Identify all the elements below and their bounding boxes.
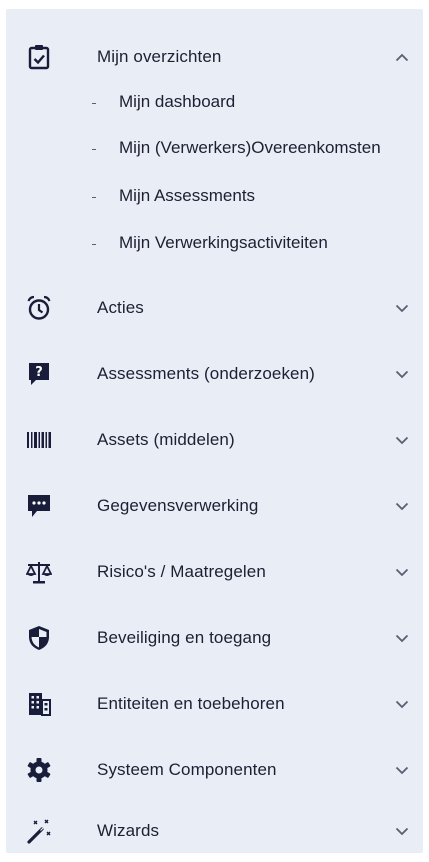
question-mark-icon: ? [25, 360, 53, 388]
chevron-down-icon[interactable] [394, 564, 410, 580]
chevron-up-icon[interactable] [394, 49, 410, 65]
menu-item-acties[interactable]: Acties [6, 286, 423, 330]
menu-item-label: Systeem Componenten [97, 760, 277, 779]
submenu-item-mijn-dashboard[interactable]: Mijn dashboard [6, 85, 423, 119]
menu-item-entiteiten[interactable]: Entiteiten en toebehoren [6, 682, 423, 726]
submenu-item-label: Mijn Verwerkingsactiviteiten [119, 233, 328, 252]
submenu-item-label: Mijn dashboard [119, 92, 236, 111]
building-icon [25, 690, 53, 718]
chevron-down-icon[interactable] [394, 300, 410, 316]
menu-item-assets[interactable]: Assets (middelen) [6, 418, 423, 462]
menu-item-assessments[interactable]: ? Assessments (onderzoeken) [6, 352, 423, 396]
menu-item-mijn-overzichten[interactable]: Mijn overzichten [6, 35, 423, 79]
submenu-item-mijn-verwerkingsactiviteiten[interactable]: Mijn Verwerkingsactiviteiten [6, 226, 423, 260]
magic-wand-icon [25, 817, 53, 845]
shield-icon [25, 624, 53, 652]
chevron-down-icon[interactable] [394, 762, 410, 778]
menu-item-label: Mijn overzichten [97, 47, 222, 66]
menu-item-systeem-componenten[interactable]: Systeem Componenten [6, 748, 423, 792]
chevron-down-icon[interactable] [394, 696, 410, 712]
clipboard-check-icon [25, 43, 53, 71]
submenu-item-mijn-assessments[interactable]: Mijn Assessments [6, 179, 423, 213]
submenu-bullet [92, 149, 96, 150]
menu-item-label: Acties [97, 298, 144, 317]
menu-item-label: Assets (middelen) [97, 430, 235, 449]
menu-item-label: Beveiliging en toegang [97, 628, 272, 647]
chevron-down-icon[interactable] [394, 366, 410, 382]
menu-item-label: Assessments (onderzoeken) [97, 364, 315, 383]
svg-text:?: ? [35, 365, 43, 380]
menu-item-label: Entiteiten en toebehoren [97, 694, 285, 713]
menu-item-label: Gegevensverwerking [97, 496, 259, 515]
menu-item-wizards[interactable]: Wizards [6, 809, 423, 853]
menu-item-gegevensverwerking[interactable]: Gegevensverwerking [6, 484, 423, 528]
comment-dots-icon [25, 492, 53, 520]
navigation-menu: Mijn overzichten Mijn dashboard Mijn (Ve… [6, 9, 423, 853]
menu-item-label: Risico's / Maatregelen [97, 562, 266, 581]
submenu-item-label: Mijn Assessments [119, 186, 256, 205]
submenu-item-mijn-overeenkomsten[interactable]: Mijn (Verwerkers)Overeenkomsten [6, 131, 423, 165]
chevron-down-icon[interactable] [394, 432, 410, 448]
menu-item-risicos[interactable]: Risico's / Maatregelen [6, 550, 423, 594]
menu-item-label: Wizards [97, 821, 160, 840]
alarm-clock-icon [25, 294, 53, 322]
gear-icon [25, 756, 53, 784]
chevron-down-icon[interactable] [394, 823, 410, 839]
chevron-down-icon[interactable] [394, 630, 410, 646]
menu-item-beveiliging[interactable]: Beveiliging en toegang [6, 616, 423, 660]
barcode-icon [25, 426, 53, 454]
chevron-down-icon[interactable] [394, 498, 410, 514]
submenu-bullet [92, 197, 96, 198]
balance-scale-icon [25, 558, 53, 586]
submenu-bullet [92, 103, 96, 104]
submenu-item-label: Mijn (Verwerkers)Overeenkomsten [119, 138, 381, 157]
submenu-bullet [92, 244, 96, 245]
